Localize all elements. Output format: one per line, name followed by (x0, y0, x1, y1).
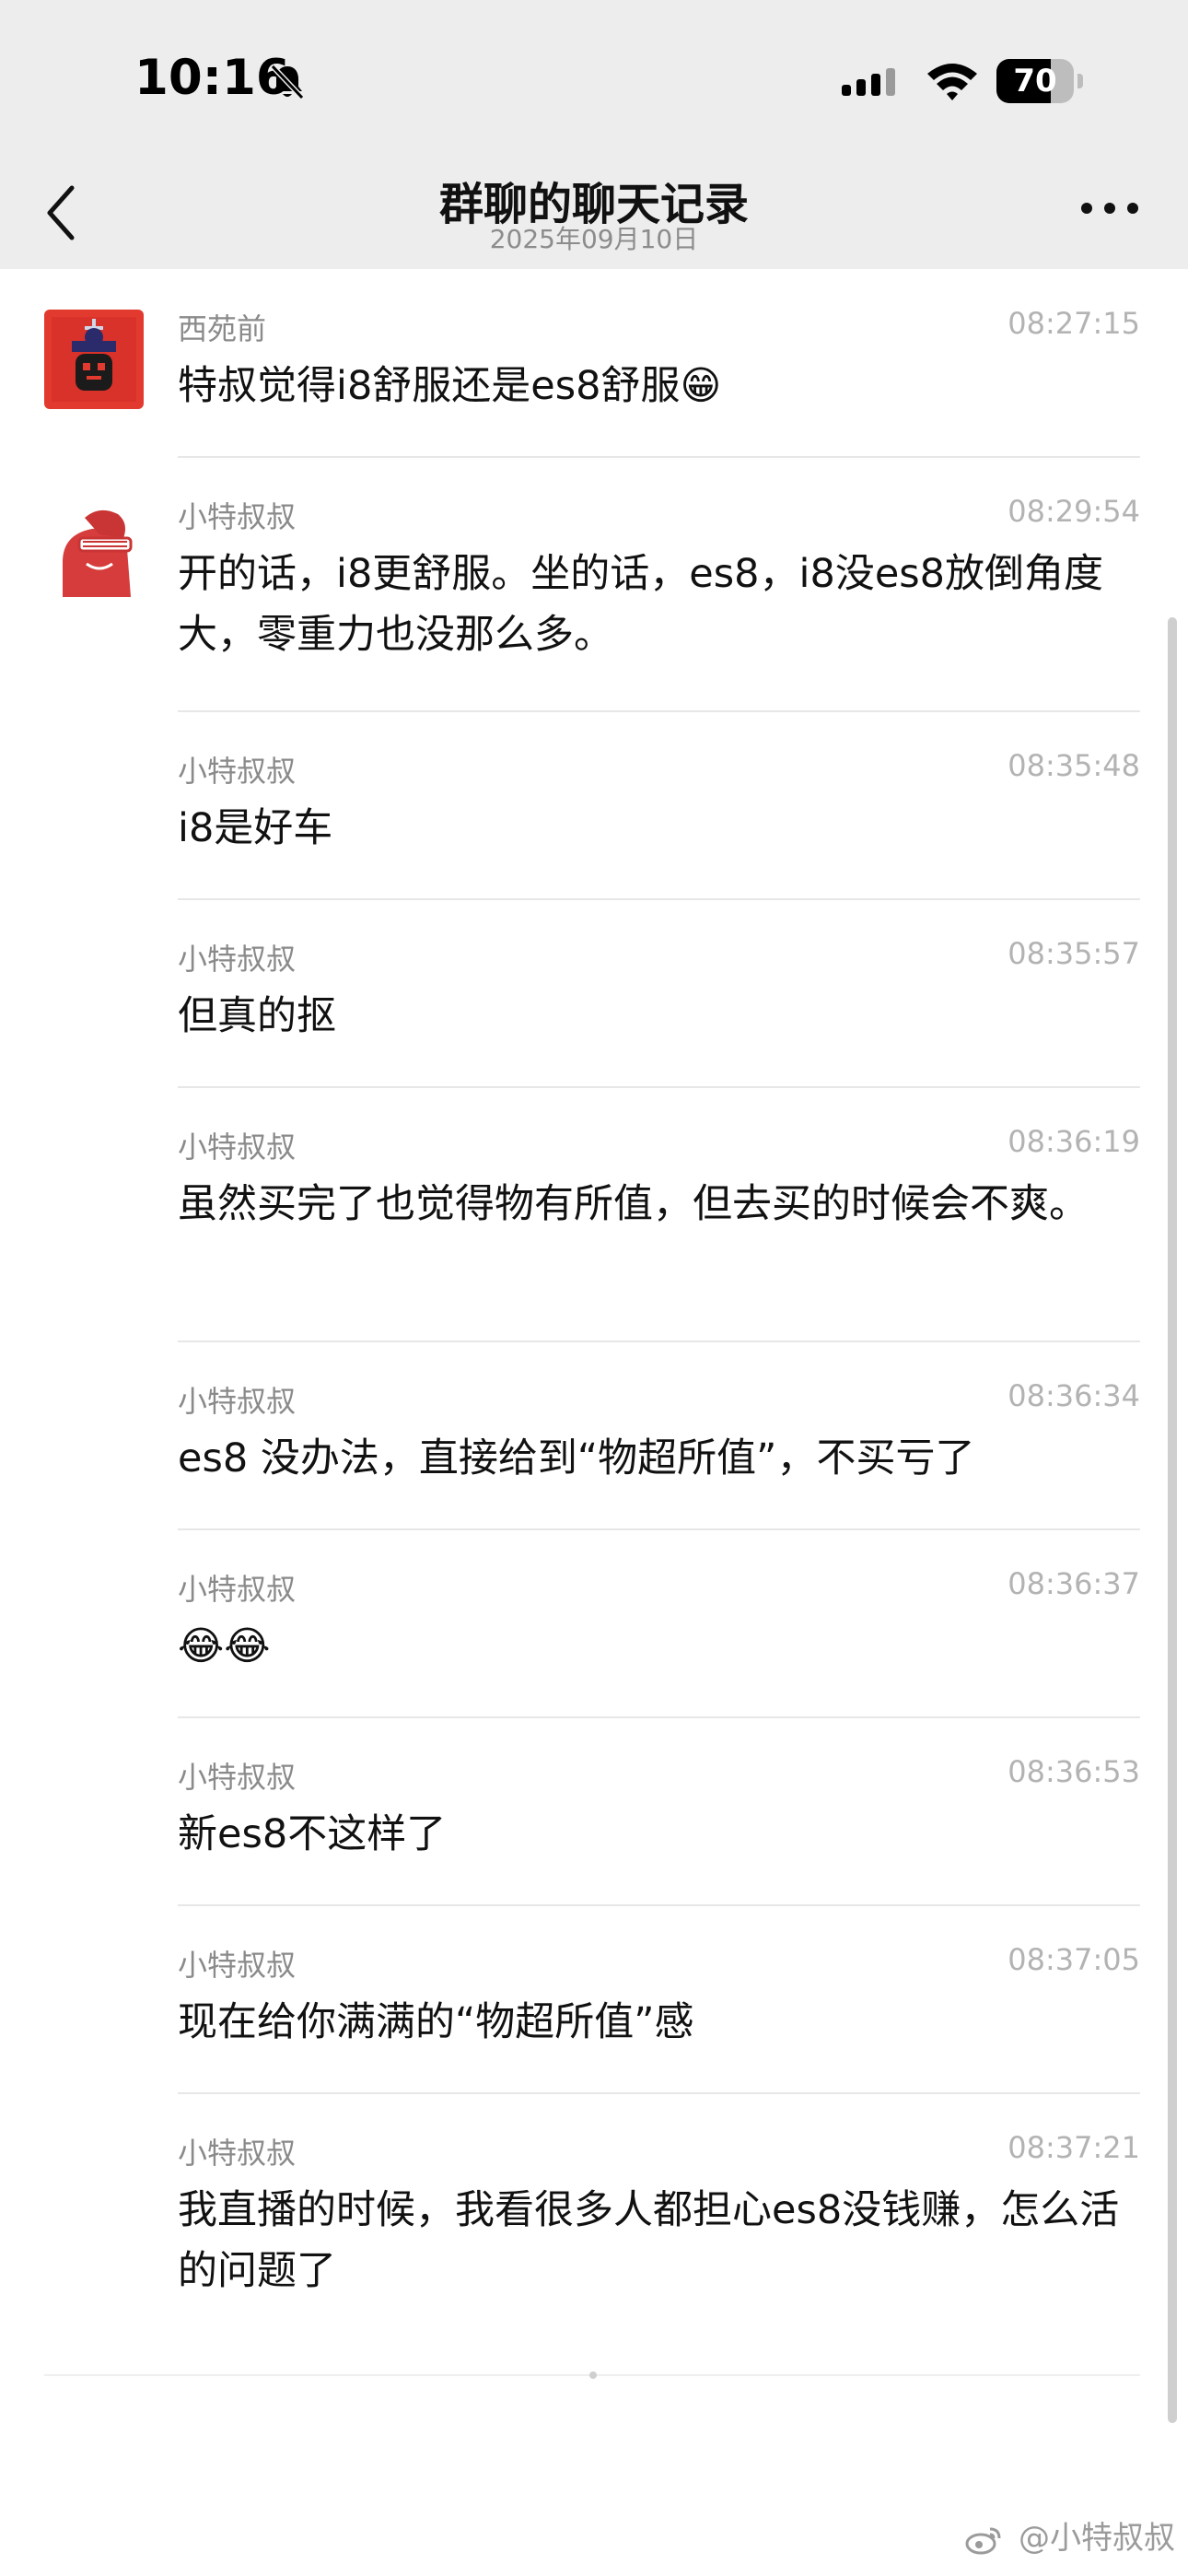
message-time: 08:35:57 (1007, 936, 1140, 971)
message-time: 08:27:15 (1007, 306, 1140, 341)
message-text: i8是好车 (178, 805, 333, 851)
message-sender: 小特叔叔 (178, 1384, 297, 1419)
battery-cap (1077, 74, 1083, 88)
avatar[interactable] (44, 310, 144, 409)
chat-history-list: 西苑前 08:27:15 特叔觉得i8舒服还是es8舒服😁 小特叔叔 08:29… (0, 269, 1188, 2379)
message-item: 西苑前 08:27:15 特叔觉得i8舒服还是es8舒服😁 (0, 269, 1188, 458)
message-item: 小特叔叔 08:36:19 虽然买完了也觉得物有所值，但去买的时候会不爽。 (0, 1087, 1188, 1342)
profile-avatar-icon (44, 498, 144, 597)
message-text: 但真的抠 (178, 993, 336, 1039)
message-sender: 小特叔叔 (178, 1130, 297, 1165)
message-sender: 小特叔叔 (178, 754, 297, 789)
cellular-signal-icon (842, 68, 895, 96)
message-sender: 西苑前 (178, 311, 267, 346)
bell-muted-icon (270, 64, 305, 100)
message-time: 08:36:19 (1007, 1124, 1140, 1159)
message-time: 08:36:53 (1007, 1754, 1140, 1789)
battery-icon: 70 (996, 59, 1085, 103)
message-item: 小特叔叔 08:36:53 新es8不这样了 (0, 1717, 1188, 1906)
battery-level: 70 (1013, 63, 1057, 100)
message-sender: 小特叔叔 (178, 499, 297, 534)
message-time: 08:36:37 (1007, 1566, 1140, 1601)
message-time: 08:35:48 (1007, 748, 1140, 783)
message-time: 08:29:54 (1007, 494, 1140, 529)
message-sender: 小特叔叔 (178, 2136, 297, 2171)
top-bar: 10:16 70 群聊的聊天记录 2025年09月10日 (0, 0, 1188, 269)
navigation-bar: 群聊的聊天记录 2025年09月10日 (0, 157, 1188, 269)
message-text: 😂😂 (178, 1623, 271, 1669)
message-text: 现在给你满满的“物超所值”感 (178, 1999, 694, 2045)
end-dot (589, 2371, 597, 2379)
message-text: 开的话，i8更舒服。坐的话，es8，i8没es8放倒角度大，零重力也没那么多。 (178, 551, 1104, 658)
message-item: 小特叔叔 08:37:21 我直播的时候，我看很多人都担心es8没钱赚，怎么活的… (0, 2093, 1188, 2351)
message-time: 08:36:34 (1007, 1378, 1140, 1413)
message-text: 我直播的时候，我看很多人都担心es8没钱赚，怎么活的问题了 (178, 2187, 1120, 2294)
message-item: 小特叔叔 08:29:54 开的话，i8更舒服。坐的话，es8，i8没es8放倒… (0, 457, 1188, 712)
message-time: 08:37:05 (1007, 1942, 1140, 1977)
message-item: 小特叔叔 08:37:05 现在给你满满的“物超所值”感 (0, 1905, 1188, 2094)
message-text: 特叔觉得i8舒服还是es8舒服😁 (178, 363, 722, 409)
more-options-icon[interactable] (1079, 199, 1140, 217)
message-text: es8 没办法，直接给到“物超所值”，不买亏了 (178, 1435, 975, 1481)
message-text: 新es8不这样了 (178, 1811, 447, 1857)
page-subtitle: 2025年09月10日 (489, 224, 699, 254)
message-item: 小特叔叔 08:35:57 但真的抠 (0, 899, 1188, 1088)
message-sender: 小特叔叔 (178, 1760, 297, 1795)
avatar[interactable] (44, 498, 144, 597)
pixel-avatar-icon (44, 310, 144, 409)
watermark-text: @小特叔叔 (1019, 2520, 1175, 2557)
message-item: 小特叔叔 08:35:48 i8是好车 (0, 711, 1188, 900)
message-sender: 小特叔叔 (178, 1948, 297, 1983)
message-item: 小特叔叔 08:36:37 😂😂 (0, 1529, 1188, 1718)
message-text: 虽然买完了也觉得物有所值，但去买的时候会不爽。 (178, 1181, 1089, 1227)
scrollbar[interactable] (1168, 617, 1177, 2423)
message-item: 小特叔叔 08:36:34 es8 没办法，直接给到“物超所值”，不买亏了 (0, 1341, 1188, 1530)
watermark: @小特叔叔 (964, 2512, 1175, 2558)
message-time: 08:37:21 (1007, 2130, 1140, 2165)
weibo-icon (965, 2527, 1001, 2554)
wifi-icon (927, 64, 977, 100)
battery-body: 70 (996, 59, 1074, 103)
status-bar: 10:16 70 (0, 0, 1188, 157)
message-sender: 小特叔叔 (178, 1572, 297, 1607)
message-sender: 小特叔叔 (178, 942, 297, 977)
